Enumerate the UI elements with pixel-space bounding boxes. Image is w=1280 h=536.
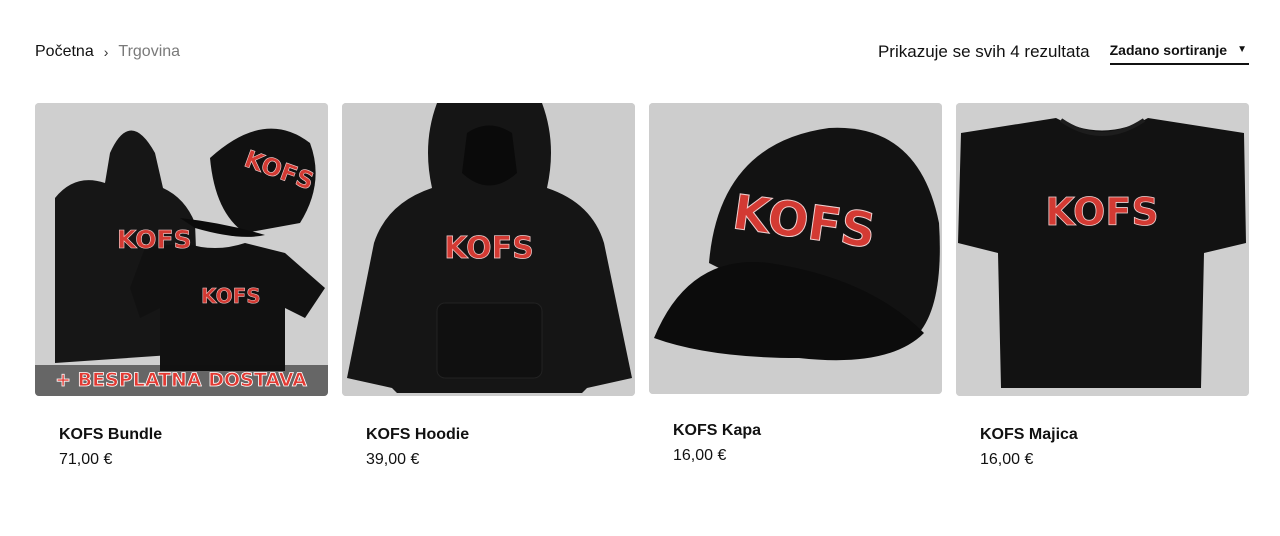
breadcrumb-current: Trgovina bbox=[118, 43, 181, 60]
bundle-tshirt-logo: KOFS bbox=[201, 284, 261, 308]
product-image-tshirt[interactable]: KOFS bbox=[956, 103, 1249, 396]
product-grid: KOFS KOFS KOFS + BESPLATNA DOSTAVA KOFS … bbox=[35, 103, 1249, 469]
caret-down-icon: ▼ bbox=[1237, 44, 1247, 55]
breadcrumb: Početna › Trgovina bbox=[35, 43, 180, 61]
product-title[interactable]: KOFS Majica bbox=[980, 426, 1249, 444]
breadcrumb-separator-icon: › bbox=[103, 44, 109, 60]
product-info-hoodie: KOFS Hoodie 39,00 € bbox=[342, 396, 635, 469]
product-card-hoodie[interactable]: KOFS KOFS Hoodie 39,00 € bbox=[342, 103, 635, 469]
product-card-bundle[interactable]: KOFS KOFS KOFS + BESPLATNA DOSTAVA KOFS … bbox=[35, 103, 328, 469]
product-info-tshirt: KOFS Majica 16,00 € bbox=[956, 396, 1249, 469]
product-title[interactable]: KOFS Bundle bbox=[59, 426, 328, 444]
result-tools: Prikazuje se svih 4 rezultata Zadano sor… bbox=[878, 40, 1249, 65]
product-title[interactable]: KOFS Hoodie bbox=[366, 426, 635, 444]
hoodie-logo: KOFS bbox=[444, 231, 534, 266]
sort-dropdown[interactable]: Zadano sortiranje ▼ bbox=[1109, 40, 1249, 65]
shop-toolbar: Početna › Trgovina Prikazuje se svih 4 r… bbox=[35, 38, 1249, 66]
product-price: 16,00 € bbox=[673, 447, 727, 464]
tshirt-logo: KOFS bbox=[1045, 190, 1158, 234]
product-price: 39,00 € bbox=[366, 451, 420, 468]
product-image-cap[interactable]: KOFS bbox=[649, 103, 942, 394]
breadcrumb-home-link[interactable]: Početna bbox=[35, 43, 94, 61]
sort-selected-label: Zadano sortiranje bbox=[1109, 41, 1228, 58]
product-card-tshirt[interactable]: KOFS KOFS Majica 16,00 € bbox=[956, 103, 1249, 469]
product-card-cap[interactable]: KOFS KOFS Kapa 16,00 € bbox=[649, 103, 942, 469]
free-shipping-badge: + BESPLATNA DOSTAVA bbox=[55, 369, 307, 391]
product-title[interactable]: KOFS Kapa bbox=[673, 422, 942, 440]
product-price: 16,00 € bbox=[980, 451, 1034, 468]
product-info-bundle: KOFS Bundle 71,00 € bbox=[35, 396, 328, 469]
product-image-bundle[interactable]: KOFS KOFS KOFS + BESPLATNA DOSTAVA bbox=[35, 103, 328, 396]
bundle-hoodie-logo: KOFS bbox=[117, 225, 192, 254]
result-count: Prikazuje se svih 4 rezultata bbox=[877, 42, 1090, 61]
product-image-hoodie[interactable]: KOFS bbox=[342, 103, 635, 396]
product-info-cap: KOFS Kapa 16,00 € bbox=[649, 394, 942, 465]
product-price: 71,00 € bbox=[59, 451, 113, 468]
